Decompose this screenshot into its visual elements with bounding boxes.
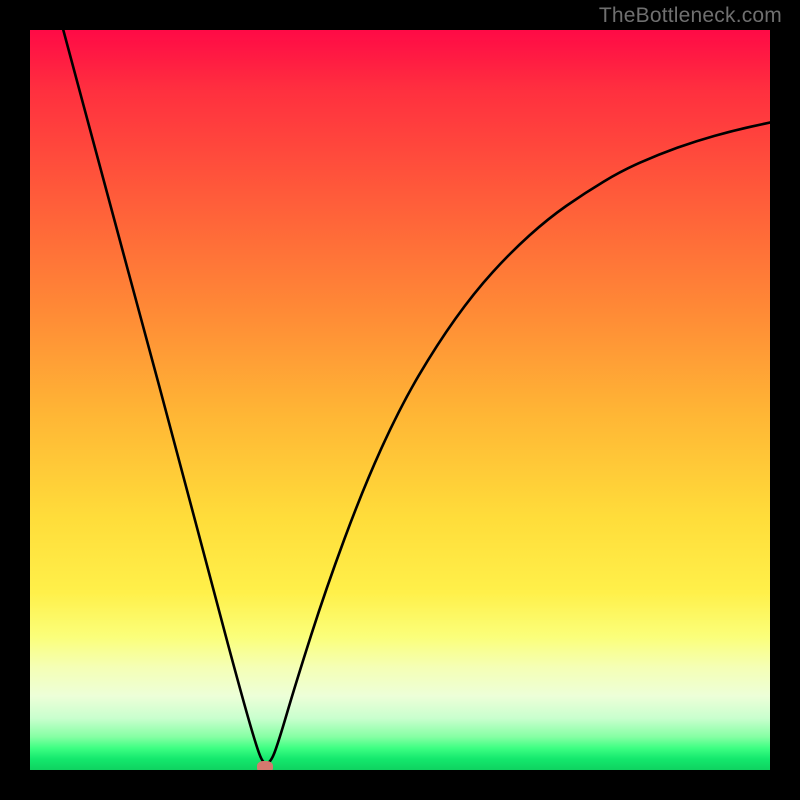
bottleneck-curve [63, 30, 770, 763]
chart-frame: TheBottleneck.com [0, 0, 800, 800]
plot-area [30, 30, 770, 770]
minimum-marker [257, 761, 273, 770]
watermark-text: TheBottleneck.com [599, 4, 782, 28]
curve-layer [30, 30, 770, 770]
